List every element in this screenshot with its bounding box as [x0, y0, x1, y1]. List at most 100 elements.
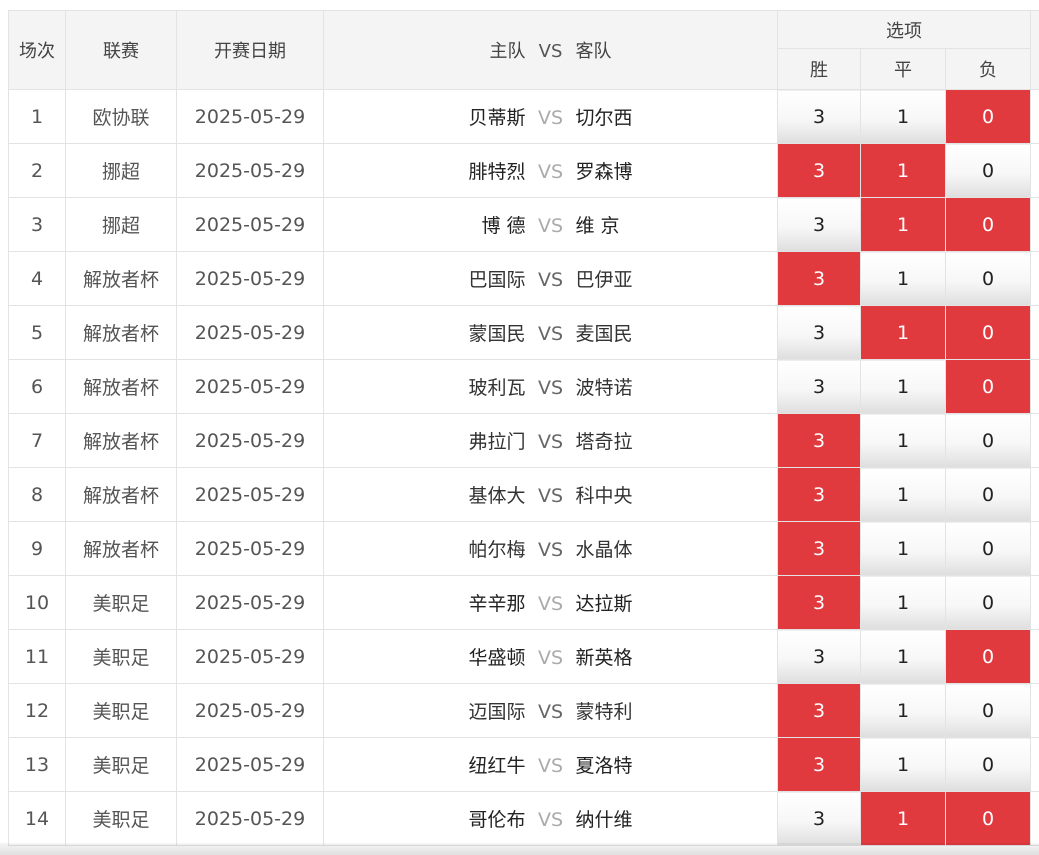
away-team: 切尔西	[575, 107, 633, 129]
option-draw-button[interactable]: 1	[860, 143, 946, 198]
option-lose-button[interactable]: 0	[944, 89, 1032, 144]
home-team: 腓特烈	[468, 161, 526, 183]
option-lose-button[interactable]: 0	[944, 251, 1032, 306]
table-row: 4 解放者杯 2025-05-29 巴国际 VS 巴伊亚 3 1 0	[8, 251, 1039, 306]
option-lose-button[interactable]: 0	[944, 683, 1032, 738]
option-lose-button[interactable]: 0	[944, 629, 1032, 684]
row-extra	[1030, 143, 1039, 198]
vs-label: VS	[537, 809, 564, 831]
table-row: 13 美职足 2025-05-29 纽红牛 VS 夏洛特 3 1 0	[8, 737, 1039, 792]
option-win-button[interactable]: 3	[777, 467, 861, 522]
option-draw-button[interactable]: 1	[860, 251, 946, 306]
option-draw-button[interactable]: 1	[860, 359, 946, 414]
match-league: 美职足	[65, 629, 177, 684]
option-win-button[interactable]: 3	[777, 143, 861, 198]
row-extra	[1030, 629, 1039, 684]
option-draw-button[interactable]: 1	[860, 197, 946, 252]
match-date: 2025-05-29	[176, 413, 324, 468]
vs-label: VS	[537, 323, 564, 345]
home-team: 贝蒂斯	[468, 107, 526, 129]
header-extra	[1030, 10, 1039, 90]
match-league: 美职足	[65, 791, 177, 846]
option-win-button[interactable]: 3	[777, 575, 861, 630]
match-date: 2025-05-29	[176, 575, 324, 630]
option-lose-button[interactable]: 0	[944, 575, 1032, 630]
option-draw-button[interactable]: 1	[860, 89, 946, 144]
row-extra	[1030, 89, 1039, 144]
option-draw-button[interactable]: 1	[860, 521, 946, 576]
option-lose-button[interactable]: 0	[944, 791, 1032, 846]
option-win-button[interactable]: 3	[777, 521, 861, 576]
option-lose-button[interactable]: 0	[944, 305, 1032, 360]
match-league: 挪超	[65, 143, 177, 198]
option-draw-button[interactable]: 1	[860, 305, 946, 360]
header-away: 客队	[575, 41, 612, 62]
match-num: 10	[8, 575, 66, 630]
vs-label: VS	[537, 485, 564, 507]
table-row: 11 美职足 2025-05-29 华盛顿 VS 新英格 3 1 0	[8, 629, 1039, 684]
option-draw-button[interactable]: 1	[860, 683, 946, 738]
option-win-button[interactable]: 3	[777, 305, 861, 360]
table-row: 14 美职足 2025-05-29 哥伦布 VS 纳什维 3 1 0	[8, 791, 1039, 846]
away-team: 维 京	[575, 215, 620, 237]
vs-label: VS	[537, 161, 564, 183]
table-row: 10 美职足 2025-05-29 辛辛那 VS 达拉斯 3 1 0	[8, 575, 1039, 630]
table-row: 7 解放者杯 2025-05-29 弗拉门 VS 塔奇拉 3 1 0	[8, 413, 1039, 468]
option-win-button[interactable]: 3	[777, 89, 861, 144]
home-team: 华盛顿	[468, 647, 526, 669]
table-row: 8 解放者杯 2025-05-29 基体大 VS 科中央 3 1 0	[8, 467, 1039, 522]
option-win-button[interactable]: 3	[777, 413, 861, 468]
away-team: 巴伊亚	[575, 269, 633, 291]
vs-label: VS	[537, 269, 564, 291]
option-draw-button[interactable]: 1	[860, 467, 946, 522]
match-date: 2025-05-29	[176, 467, 324, 522]
home-team: 蒙国民	[468, 323, 526, 345]
away-team: 新英格	[575, 647, 633, 669]
match-date: 2025-05-29	[176, 305, 324, 360]
option-draw-button[interactable]: 1	[860, 575, 946, 630]
header-vs: VS	[538, 41, 563, 62]
option-draw-button[interactable]: 1	[860, 413, 946, 468]
option-win-button[interactable]: 3	[777, 251, 861, 306]
option-win-button[interactable]: 3	[777, 737, 861, 792]
match-num: 5	[8, 305, 66, 360]
option-lose-button[interactable]: 0	[944, 143, 1032, 198]
option-win-button[interactable]: 3	[777, 197, 861, 252]
option-win-button[interactable]: 3	[777, 683, 861, 738]
vs-label: VS	[537, 215, 564, 237]
vs-label: VS	[537, 431, 564, 453]
option-lose-button[interactable]: 0	[944, 359, 1032, 414]
header-league: 联赛	[65, 10, 177, 90]
table-row: 6 解放者杯 2025-05-29 玻利瓦 VS 波特诺 3 1 0	[8, 359, 1039, 414]
match-num: 11	[8, 629, 66, 684]
away-team: 罗森博	[575, 161, 633, 183]
away-team: 科中央	[575, 485, 633, 507]
match-num: 14	[8, 791, 66, 846]
option-win-button[interactable]: 3	[777, 629, 861, 684]
vs-label: VS	[537, 539, 564, 561]
table-row: 5 解放者杯 2025-05-29 蒙国民 VS 麦国民 3 1 0	[8, 305, 1039, 360]
row-extra	[1030, 197, 1039, 252]
match-league: 美职足	[65, 737, 177, 792]
option-lose-button[interactable]: 0	[944, 413, 1032, 468]
option-draw-button[interactable]: 1	[860, 791, 946, 846]
option-lose-button[interactable]: 0	[944, 467, 1032, 522]
option-win-button[interactable]: 3	[777, 359, 861, 414]
header-teams: 主队 VS 客队	[323, 10, 778, 90]
match-teams: 博 德 VS 维 京	[323, 197, 778, 252]
match-date: 2025-05-29	[176, 683, 324, 738]
table-row: 2 挪超 2025-05-29 腓特烈 VS 罗森博 3 1 0	[8, 143, 1039, 198]
option-draw-button[interactable]: 1	[860, 737, 946, 792]
match-teams: 腓特烈 VS 罗森博	[323, 143, 778, 198]
option-draw-button[interactable]: 1	[860, 629, 946, 684]
option-lose-button[interactable]: 0	[944, 737, 1032, 792]
option-lose-button[interactable]: 0	[944, 521, 1032, 576]
option-lose-button[interactable]: 0	[944, 197, 1032, 252]
header-draw: 平	[860, 48, 946, 90]
option-win-button[interactable]: 3	[777, 791, 861, 846]
match-teams: 玻利瓦 VS 波特诺	[323, 359, 778, 414]
header-date: 开赛日期	[176, 10, 324, 90]
match-league: 解放者杯	[65, 359, 177, 414]
row-extra	[1030, 305, 1039, 360]
match-teams: 哥伦布 VS 纳什维	[323, 791, 778, 846]
